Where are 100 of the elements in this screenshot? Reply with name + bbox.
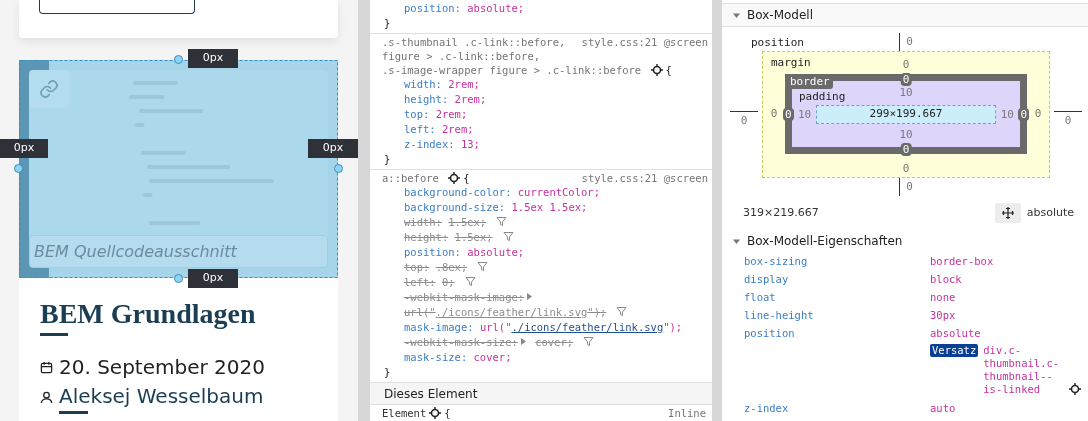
outline-button[interactable] <box>39 0 195 14</box>
property-name[interactable]: display <box>744 270 930 288</box>
border-value[interactable]: 0 <box>900 143 912 156</box>
property-name[interactable]: float <box>744 288 930 306</box>
expander-icon[interactable] <box>526 292 534 301</box>
property-value[interactable]: auto <box>930 402 956 414</box>
box-value[interactable]: 0 <box>906 180 913 194</box>
property-name[interactable]: -webkit-mask-size: <box>404 336 518 348</box>
property-name[interactable]: z-index: <box>404 138 455 150</box>
border-value[interactable]: 0 <box>783 108 794 121</box>
content-box[interactable]: 299×199.667 <box>816 105 996 124</box>
property-name[interactable]: top: <box>404 261 430 273</box>
property-name[interactable]: mask-image: <box>404 321 474 333</box>
property-name[interactable]: z-index <box>744 399 930 417</box>
section-header[interactable]: Box-Modell-Eigenschaften <box>722 230 1088 252</box>
box-value[interactable]: 0 <box>902 162 910 176</box>
property-value[interactable]: absolute <box>930 327 981 339</box>
property-name[interactable]: left: <box>404 123 436 135</box>
section-header[interactable]: Box-Modell <box>722 3 1088 27</box>
rule-selector[interactable]: .s-thumbnail .c-link::before, <box>382 36 566 48</box>
filter-icon[interactable] <box>502 231 514 242</box>
property-value[interactable]: absolute; <box>467 2 525 14</box>
box-value[interactable]: 0 <box>740 114 748 128</box>
property-name[interactable]: mask-size: <box>404 351 468 363</box>
property-name[interactable]: position <box>744 324 930 399</box>
rule-source[interactable]: style.css:21 @screen <box>581 35 708 49</box>
property-name[interactable]: -webkit-mask-image: <box>404 291 525 303</box>
rule-selector[interactable]: a::before <box>382 172 439 184</box>
url-link[interactable]: ./icons/feather/link.svg <box>435 306 588 318</box>
box-value[interactable]: 0 <box>770 107 778 121</box>
offset-label: 0px <box>0 139 48 158</box>
resize-handle[interactable] <box>174 274 183 283</box>
property-value[interactable]: block <box>930 273 962 285</box>
property-value[interactable]: none <box>930 291 956 303</box>
filter-icon[interactable] <box>496 216 508 227</box>
box-value[interactable]: 10 <box>798 107 812 122</box>
box-value[interactable]: 0 <box>902 58 910 74</box>
expander-icon[interactable] <box>519 337 527 346</box>
filter-icon[interactable] <box>464 276 476 287</box>
box-value[interactable]: 0 <box>1034 107 1042 121</box>
property-value[interactable]: 2rem; <box>448 78 480 90</box>
property-value[interactable]: url(" <box>479 321 512 333</box>
target-icon[interactable] <box>1069 383 1081 395</box>
property-name[interactable]: line-height <box>744 306 930 324</box>
property-name[interactable]: top: <box>404 108 430 120</box>
property-name[interactable]: height: <box>404 231 449 243</box>
link-icon-box[interactable] <box>29 70 69 108</box>
property-value[interactable]: 2rem; <box>454 93 487 105</box>
property-name[interactable]: height: <box>404 93 449 105</box>
property-name[interactable]: left: <box>404 276 436 288</box>
target-icon[interactable] <box>429 407 442 419</box>
filter-icon[interactable] <box>477 261 489 272</box>
property-value[interactable]: 0; <box>441 276 455 288</box>
resize-handle[interactable] <box>14 164 23 173</box>
rule-selector[interactable]: Element <box>382 407 427 419</box>
property-value[interactable]: 1.5ex; <box>448 216 487 228</box>
property-name[interactable]: background-color: <box>404 186 512 198</box>
target-icon[interactable] <box>448 172 461 184</box>
filter-icon[interactable] <box>583 336 595 347</box>
property-name[interactable]: width: <box>404 216 442 228</box>
property-value[interactable]: 1.5ex 1.5ex; <box>511 201 588 213</box>
close-brace: } <box>384 153 391 165</box>
offset-parent-link[interactable]: div.c-thumbnail.c-thumbnail--is-linked <box>983 344 1066 396</box>
property-value[interactable]: currentColor; <box>517 186 600 198</box>
box-value[interactable]: 10 <box>1000 107 1014 122</box>
property-name[interactable]: position: <box>404 246 461 258</box>
author-link[interactable]: Aleksej Wesselbaum <box>59 380 264 414</box>
property-name[interactable]: position: <box>404 2 461 14</box>
property-name[interactable]: box-sizing <box>744 252 930 270</box>
property-value[interactable]: 30px <box>930 309 956 321</box>
open-brace: { <box>444 407 451 419</box>
rule-selector[interactable]: figure > .c-link::before, <box>382 50 541 62</box>
target-icon[interactable] <box>650 64 663 76</box>
property-value[interactable]: url(" <box>404 306 436 318</box>
box-value[interactable]: 0 <box>1064 114 1072 128</box>
border-value[interactable]: 0 <box>900 73 912 86</box>
box-value[interactable]: 10 <box>899 128 913 142</box>
resize-handle[interactable] <box>334 164 343 173</box>
property-value[interactable]: .8ex; <box>435 261 468 273</box>
rule-selector[interactable]: .s-image-wrapper figure > .c-link::before <box>382 64 642 76</box>
property-value[interactable]: 1.5ex; <box>454 231 493 243</box>
move-button[interactable] <box>994 203 1021 223</box>
property-value[interactable]: cover; <box>535 336 574 348</box>
rule-source[interactable]: style.css:21 @screen <box>581 171 708 185</box>
property-value[interactable]: 2rem; <box>435 108 468 120</box>
rule-source[interactable]: Inline <box>668 406 706 420</box>
property-name[interactable]: background-size: <box>404 201 506 213</box>
box-value[interactable]: 0 <box>906 35 913 49</box>
property-name[interactable]: width: <box>404 78 442 90</box>
property-value[interactable]: absolute; <box>467 246 525 258</box>
article-title[interactable]: BEM Grundlagen <box>40 298 256 330</box>
property-value[interactable]: 13; <box>460 138 480 150</box>
property-value[interactable]: cover; <box>473 351 512 363</box>
url-link[interactable]: ./icons/feather/link.svg <box>511 321 664 333</box>
property-value[interactable]: border-box <box>930 255 994 267</box>
box-value[interactable]: 10 <box>899 86 913 100</box>
border-value[interactable]: 0 <box>1018 108 1029 121</box>
resize-handle[interactable] <box>174 55 183 64</box>
filter-icon[interactable] <box>616 306 628 317</box>
property-value[interactable]: 2rem; <box>441 123 474 135</box>
